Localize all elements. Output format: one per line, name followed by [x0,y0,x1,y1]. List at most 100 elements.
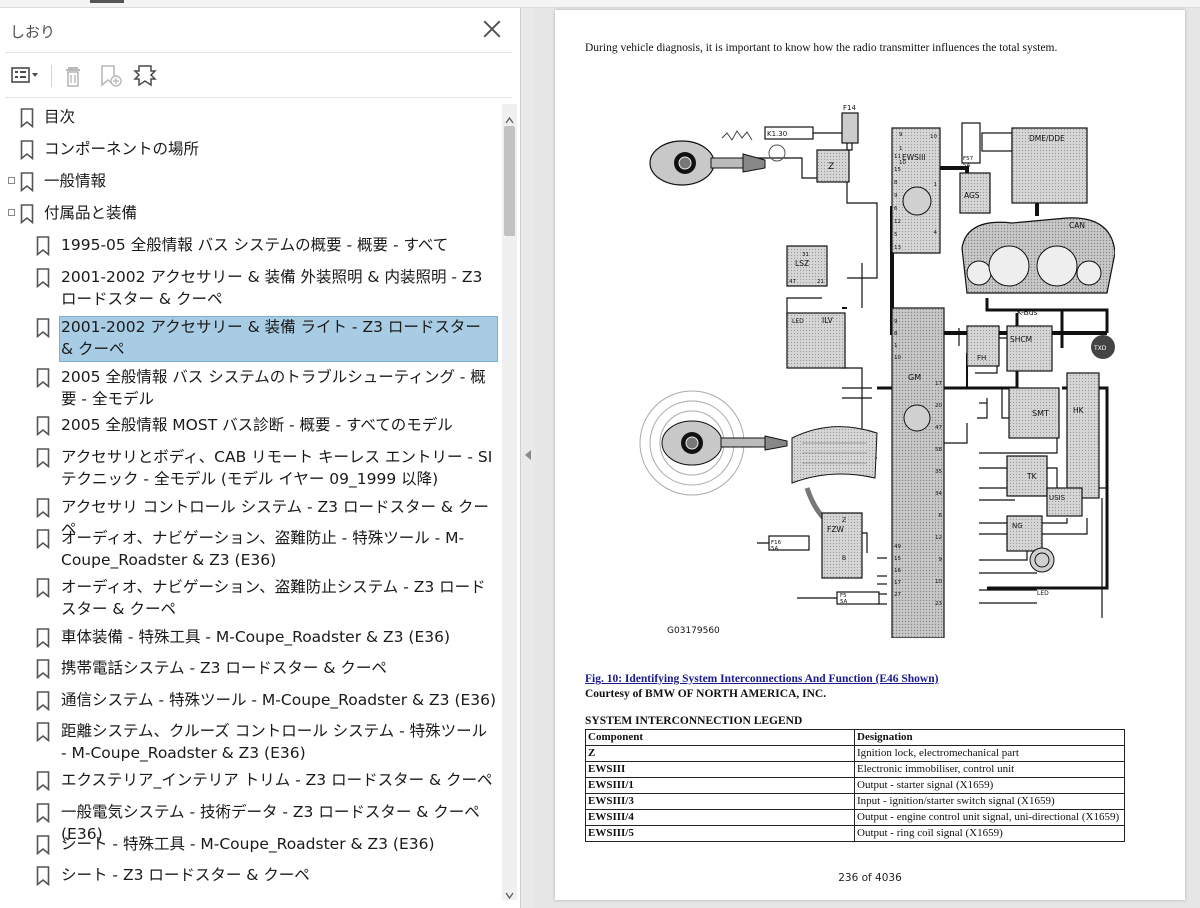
bookmark-label: 2001-2002 アクセサリー & 装備 ライト - Z3 ロードスター & … [61,318,481,358]
bookmark-item[interactable]: 携帯電話システム - Z3 ロードスター & クーペ [0,655,499,685]
component-cell: EWSIII/5 [585,825,855,842]
pin-label: 15 [894,556,901,562]
label-f57-amp: 5A [963,163,970,169]
bookmark-item[interactable]: シート - Z3 ロードスター & クーペ [0,862,499,892]
bookmark-add-icon[interactable] [95,63,125,89]
component-cell: EWSIII/3 [585,793,855,810]
expand-toggle-icon[interactable] [8,177,15,184]
pin-label: 27 [894,592,901,598]
bookmark-label: 距離システム、クルーズ コントロール システム - 特殊ツール - M-Coup… [61,722,488,762]
bookmark-icon [20,172,34,192]
label-led: LED [792,318,804,325]
label-pin-b: B [842,555,846,562]
figure-id: G03179560 [667,626,720,636]
bookmark-icon [36,803,50,823]
bookmark-label: シート - Z3 ロードスター & クーペ [61,866,310,884]
bookmark-icon [20,108,34,128]
label-z: Z [828,162,834,172]
bookmark-icon [36,628,50,648]
bookmark-tag-icon[interactable] [130,63,160,89]
panel-splitter[interactable] [521,8,535,908]
bookmark-list: 目次 コンポーネントの場所一般情報付属品と装備 1995-05 全般情報 バス シス… [0,104,499,898]
pin-label: 17 [894,580,901,586]
bookmark-icon [36,268,50,288]
bookmark-item-general-info[interactable]: 一般情報 [0,168,499,198]
pin-label: 10 [894,355,901,361]
document-view: During vehicle diagnosis, it is importan… [535,8,1200,908]
component-cell: EWSIII/4 [585,809,855,826]
bookmark-item[interactable]: 車体装備 - 特殊工具 - M-Coupe_Roadster & Z3 (E36… [0,624,499,654]
label-shcm: SHCM [1010,335,1032,344]
designation-cell: Output - engine control unit signal, uni… [854,809,1125,826]
label-hk: HK [1073,406,1085,415]
bookmark-item-accessories-equipment[interactable]: 付属品と装備 [0,200,499,230]
bookmark-item[interactable]: オーディオ、ナビゲーション、盗難防止システム - Z3 ロードスター & クーペ [0,574,499,626]
scroll-up-icon[interactable] [505,110,514,124]
label-tk: TK [1026,472,1038,481]
pin-label: 8 [894,180,898,186]
list-options-icon[interactable] [10,63,40,89]
label-gm: GM [908,373,921,382]
label-can: CAN [1069,221,1085,230]
scrollbar-thumb[interactable] [504,126,515,236]
designation-cell: Output - starter signal (X1659) [854,777,1125,794]
label-fzw: FZW [827,525,844,534]
bookmark-icon [20,204,34,224]
bookmark-item[interactable]: シート - 特殊工具 - M-Coupe_Roadster & Z3 (E36) [0,831,499,861]
designation-cell: Output - ring coil signal (X1659) [854,825,1125,842]
pin-label: 17 [935,381,942,387]
bookmark-icon [36,368,50,388]
scroll-down-icon[interactable] [505,885,514,900]
trash-icon[interactable] [60,63,90,89]
bookmark-label: 2001-2002 アクセサリー & 装備 外装照明 & 内装照明 - Z3 ロ… [61,268,483,308]
pin-label: 15 [894,167,901,173]
active-tab-indicator [90,0,124,3]
bookmark-item[interactable]: オーディオ、ナビゲーション、盗難防止 - 特殊ツール - M-Coupe_Roa… [0,525,499,577]
intro-paragraph: During vehicle diagnosis, it is importan… [585,42,1058,54]
label-ilv: ILV [822,316,834,325]
bookmarks-header: しおり [0,8,521,52]
bookmark-item[interactable]: アクセサリとボディ、CAB リモート キーレス エントリー - SI テクニック… [0,444,499,496]
label-led2: LED [1037,590,1049,597]
label-pin-z: Z [842,517,846,524]
label-usis: USIS [1049,494,1066,502]
label-txd: TXD [1093,345,1107,352]
label-lsz: LSZ [795,259,809,268]
pin-label: 12 [894,219,901,225]
bookmark-item[interactable]: アクセサリ コントロール システム - Z3 ロードスター & クーペ [0,494,499,538]
bookmark-item[interactable]: エクステリア_インテリア トリム - Z3 ロードスター & クーペ [0,767,499,797]
pin-label: 49 [894,544,901,550]
bookmark-item[interactable]: 2001-2002 アクセサリー & 装備 ライト - Z3 ロードスター & … [0,314,499,366]
bookmark-item[interactable]: 2001-2002 アクセサリー & 装備 外装照明 & 内装照明 - Z3 ロ… [0,264,499,316]
bookmarks-scrollbar[interactable] [502,104,517,900]
bookmark-label: 通信システム - 特殊ツール - M-Coupe_Roadster & Z3 (… [61,691,497,709]
bookmark-item[interactable]: 2005 全般情報 バス システムのトラブルシューティング - 概要 - 全モデ… [0,364,499,416]
figure-caption[interactable]: Fig. 10: Identifying System Interconnect… [585,673,938,685]
bookmark-icon [36,722,50,742]
bookmark-icon [36,498,50,518]
pin-label: 9 [899,132,903,138]
bookmark-item[interactable]: 通信システム - 特殊ツール - M-Coupe_Roadster & Z3 (… [0,687,499,717]
label-ng: NG [1012,522,1023,530]
toolbar-separator [51,65,52,87]
bookmark-item[interactable]: 距離システム、クルーズ コントロール システム - 特殊ツール - M-Coup… [0,718,499,770]
bookmark-label: 一般情報 [44,172,107,190]
bookmark-label: 2005 全般情報 バス システムのトラブルシューティング - 概要 - 全モデ… [61,368,486,408]
expand-toggle-icon[interactable] [8,209,15,216]
bookmark-item[interactable]: 一般電気システム - 技術データ - Z3 ロードスター & クーペ (E36) [0,799,499,843]
pin-label: 58 [935,447,942,453]
pin-label: 1 [899,146,903,152]
pin-label: 1 [934,182,938,188]
collapse-arrow-icon[interactable] [525,450,531,460]
bookmark-item-mokuji[interactable]: 目次 [0,104,499,134]
bookmark-item-component-location[interactable]: コンポーネントの場所 [0,136,499,166]
pin-label: 12 [935,535,942,541]
bookmark-item[interactable]: 1995-05 全般情報 バス システムの概要 - 概要 - すべて [0,232,499,262]
column-header: Component [585,729,855,746]
bookmark-item[interactable]: 2005 全般情報 MOST バス診断 - 概要 - すべてのモデル [0,412,499,442]
bookmark-icon [20,140,34,160]
pin-label: 9 [939,557,943,563]
legend-title: SYSTEM INTERCONNECTION LEGEND [585,715,803,727]
page-number: 236 of 4036 [838,872,902,884]
close-icon[interactable] [481,18,503,40]
